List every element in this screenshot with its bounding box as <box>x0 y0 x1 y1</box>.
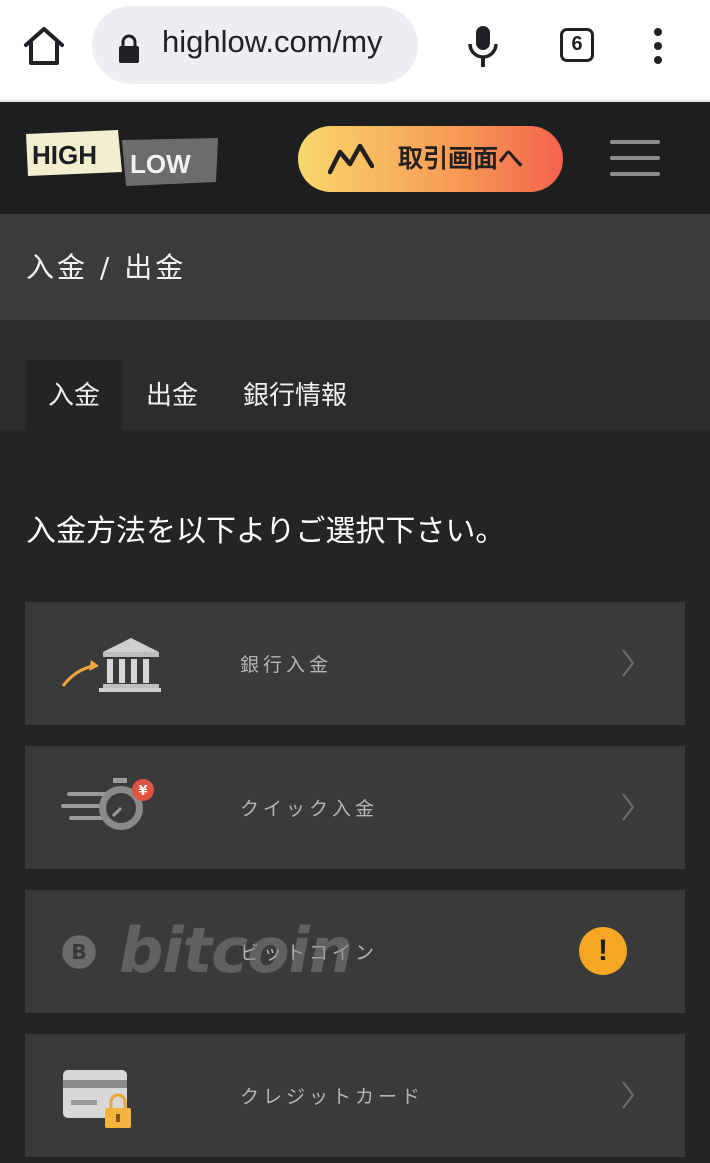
url-text: highlow.com/my <box>162 24 383 59</box>
method-quick-deposit[interactable]: ¥ クイック入金 <box>25 746 685 869</box>
method-label: クイック入金 <box>240 798 379 820</box>
tab-withdrawal[interactable]: 出金 <box>124 360 220 430</box>
microphone-icon[interactable] <box>466 24 500 68</box>
method-label: 銀行入金 <box>240 654 333 676</box>
browser-toolbar: highlow.com/my 6 <box>0 0 710 102</box>
chevron-right-icon <box>622 649 635 677</box>
method-label: クレジットカード <box>240 1086 425 1108</box>
logo-high-text: HIGH <box>32 140 97 170</box>
more-menu-icon[interactable] <box>652 28 664 64</box>
logo-low-text: LOW <box>130 149 191 179</box>
chart-line-icon <box>328 143 374 175</box>
home-icon[interactable] <box>22 24 66 68</box>
menu-icon[interactable] <box>610 140 660 176</box>
site-header: HIGH LOW 取引画面へ <box>0 102 710 214</box>
quick-deposit-icon: ¥ <box>61 778 154 830</box>
lock-icon <box>119 34 139 63</box>
warning-icon: ! <box>579 927 627 975</box>
method-bitcoin[interactable]: ビットコイン B bitcoin ! <box>25 890 685 1013</box>
tab-switcher-button[interactable]: 6 <box>560 28 594 62</box>
tab-deposit[interactable]: 入金 <box>26 360 122 430</box>
chevron-right-icon <box>622 1081 635 1109</box>
tab-bank-info[interactable]: 銀行情報 <box>228 360 362 430</box>
trade-button-label: 取引画面へ <box>398 144 524 173</box>
bitcoin-coin-icon: B <box>62 935 96 969</box>
highlow-logo[interactable]: HIGH LOW <box>26 130 220 188</box>
address-bar[interactable]: highlow.com/my <box>92 6 418 84</box>
credit-card-icon <box>63 1070 131 1128</box>
method-credit-card[interactable]: クレジットカード <box>25 1034 685 1157</box>
page-title-band: 入金 / 出金 <box>0 214 710 320</box>
svg-text:¥: ¥ <box>138 784 147 799</box>
chevron-right-icon <box>622 793 635 821</box>
bitcoin-logo: bitcoin <box>119 914 353 987</box>
instruction-text: 入金方法を以下よりご選択下さい。 <box>26 514 506 549</box>
method-bank-deposit[interactable]: 銀行入金 <box>25 602 685 725</box>
bank-icon <box>61 638 161 692</box>
svg-text:B: B <box>71 940 87 964</box>
page-title: 入金 / 出金 <box>26 251 187 284</box>
trade-screen-button[interactable]: 取引画面へ <box>298 126 563 192</box>
